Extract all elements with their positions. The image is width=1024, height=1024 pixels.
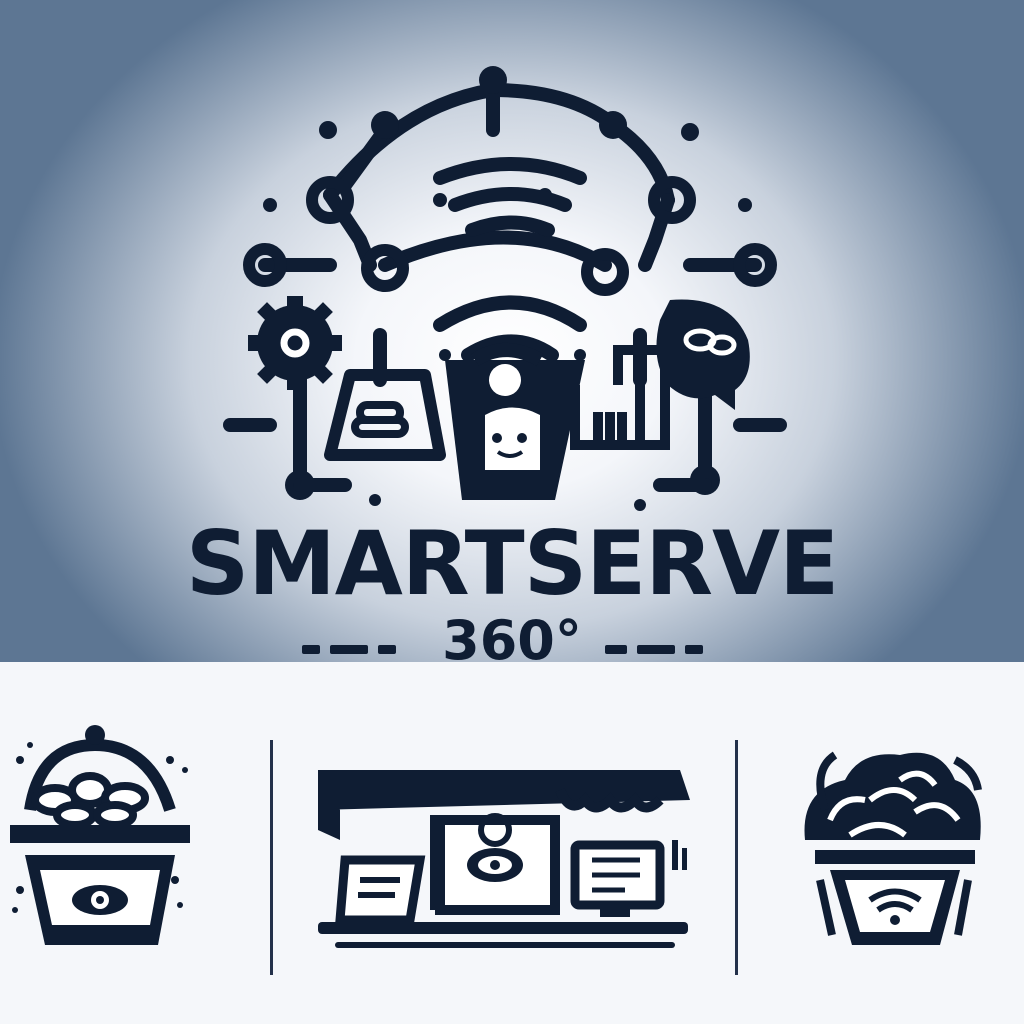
network-dome-icon [258, 83, 762, 272]
gear-icon [248, 296, 342, 390]
smart-cup-icon [445, 343, 585, 500]
decorative-dash [302, 645, 320, 654]
wifi-icon [433, 157, 587, 237]
icon-divider [735, 740, 738, 975]
food-bowl-eye-icon [10, 725, 190, 945]
icon-divider [270, 740, 273, 975]
decorative-dash [378, 645, 396, 654]
chat-bubble-icon [656, 299, 750, 410]
decorative-dash [330, 645, 368, 654]
fork-menu-icon [570, 345, 670, 450]
decorative-dash [685, 645, 703, 654]
smart-kiosk-icon [318, 770, 690, 948]
brand-title: SMARTSERVE [185, 512, 839, 615]
food-bowl-wifi-icon [804, 751, 982, 945]
order-bag-icon [324, 369, 446, 461]
decorative-dash [637, 645, 675, 654]
brand-subtitle: 360° [442, 609, 582, 672]
